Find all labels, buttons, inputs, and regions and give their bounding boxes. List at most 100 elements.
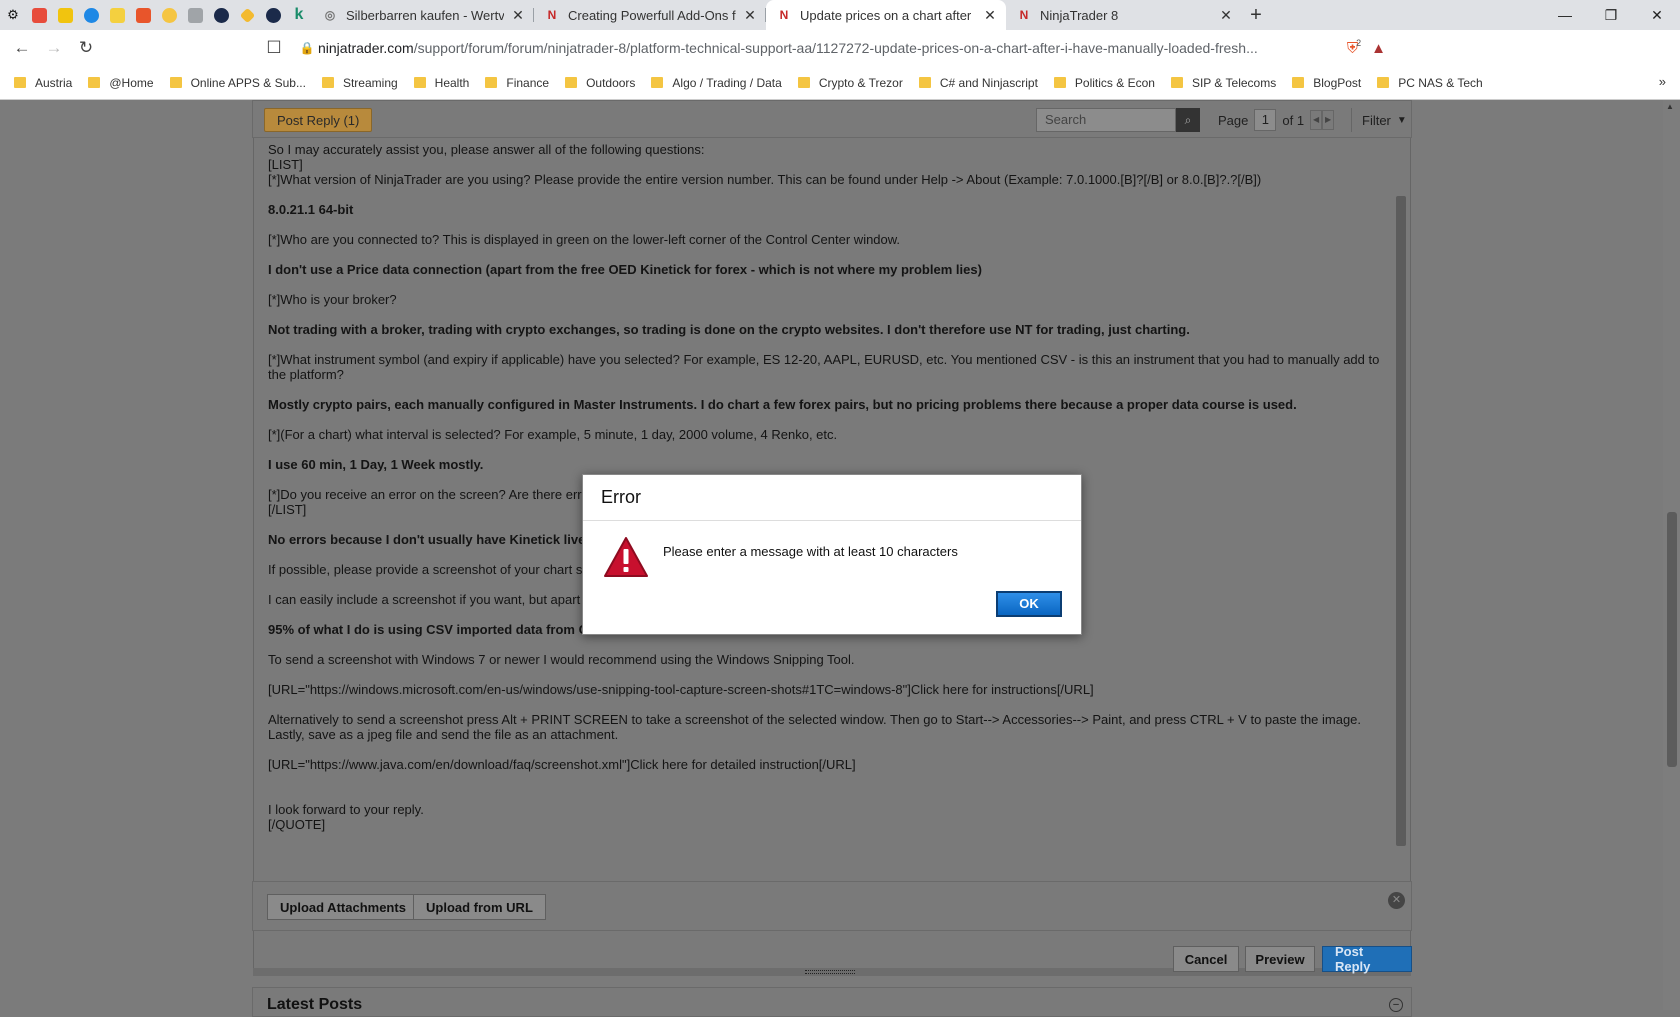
close-tab-icon[interactable]: ✕ — [742, 7, 758, 24]
folder-icon — [1292, 77, 1305, 88]
brave-shield-area: ⛨ 2 ▲ — [1347, 38, 1386, 57]
browser-chrome: ⚙ k ◎ Silberbarren kaufen - Wertvolle Si… — [0, 0, 1680, 100]
window-controls: — ❐ ✕ — [1542, 0, 1680, 30]
bookmark-folder[interactable]: Health — [413, 76, 469, 90]
brave-icon[interactable] — [130, 4, 156, 26]
editor-line: Mostly crypto pairs, each manually confi… — [268, 397, 1297, 412]
close-icon[interactable]: ✕ — [1388, 892, 1405, 909]
page-number-input[interactable]: 1 — [1254, 109, 1277, 131]
editor-line: [*]What version of NinjaTrader are you u… — [268, 172, 1262, 187]
search-icon[interactable]: ⌕ — [1176, 108, 1200, 132]
bookmark-folder[interactable]: @Home — [88, 76, 154, 90]
dialog-message: Please enter a message with at least 10 … — [663, 544, 958, 559]
reply-panel-header: Post Reply (1) Search ⌕ Page 1 of 1 ◀ ▶ … — [252, 100, 1412, 138]
bookmark-folder[interactable]: PC NAS & Tech — [1377, 76, 1483, 90]
editor-line: I don't use a Price data connection (apa… — [268, 262, 982, 277]
brave-rewards-icon[interactable]: ▲ — [1371, 40, 1386, 57]
attachments-bar: Upload Attachments Upload from URL ✕ — [252, 881, 1412, 931]
bookmark-folder[interactable]: Algo / Trading / Data — [651, 76, 782, 90]
page-of-label: of 1 — [1282, 112, 1305, 128]
gmail-icon[interactable] — [26, 4, 52, 26]
warning-icon — [604, 537, 648, 577]
close-tab-icon[interactable]: ✕ — [510, 7, 526, 24]
folder-icon — [485, 77, 498, 88]
editor-scrollbar[interactable]: ▼ — [1394, 138, 1408, 968]
folder-icon — [565, 77, 578, 88]
editor-line: [URL="https://www.java.com/en/download/f… — [268, 757, 856, 772]
hex-app-2-icon[interactable] — [260, 4, 286, 26]
folder-icon — [1377, 77, 1390, 88]
reload-icon[interactable]: ↻ — [70, 32, 102, 64]
latest-posts-panel: Latest Posts – — [252, 987, 1412, 1017]
folder-app-icon[interactable] — [52, 4, 78, 26]
more-bookmarks-icon[interactable]: » — [1659, 74, 1666, 89]
new-tab-icon[interactable]: + — [1242, 4, 1270, 27]
url-text[interactable]: ninjatrader.com/support/forum/forum/ninj… — [318, 40, 1341, 56]
restore-icon[interactable]: ❐ — [1588, 0, 1634, 30]
cancel-button[interactable]: Cancel — [1173, 946, 1239, 972]
ninjatrader-icon: N — [779, 8, 789, 22]
editor-line: Not trading with a broker, trading with … — [268, 322, 1190, 337]
close-tab-icon[interactable]: ✕ — [1218, 7, 1234, 24]
coin-icon[interactable] — [156, 4, 182, 26]
upload-from-url-button[interactable]: Upload from URL — [413, 894, 546, 920]
settings-icon[interactable]: ⚙ — [0, 4, 26, 26]
brave-count: 2 — [1356, 38, 1362, 48]
forward-icon[interactable]: → — [38, 32, 70, 64]
bookmark-folder[interactable]: BlogPost — [1292, 76, 1361, 90]
editor-line: [*]Who are you connected to? This is dis… — [268, 232, 901, 247]
close-tab-icon[interactable]: ✕ — [982, 7, 998, 24]
address-bar[interactable]: 🔒 ninjatrader.com/support/forum/forum/ni… — [296, 34, 1386, 62]
post-reply-button[interactable]: Post Reply — [1322, 944, 1412, 974]
folder-icon — [651, 77, 664, 88]
kraken-icon[interactable]: k — [286, 4, 312, 26]
stack-icon[interactable] — [182, 4, 208, 26]
post-reply-tab[interactable]: Post Reply (1) — [264, 108, 373, 132]
folder-icon — [413, 77, 426, 88]
minimize-icon[interactable]: — — [1542, 0, 1588, 30]
tab-creating-addons[interactable]: N Creating Powerfull Add-Ons for Ni ✕ — [534, 0, 766, 30]
binance-icon[interactable] — [234, 4, 260, 26]
bookmark-page-icon[interactable]: ☐ — [262, 32, 286, 64]
close-window-icon[interactable]: ✕ — [1634, 0, 1680, 30]
editor-line: I use 60 min, 1 Day, 1 Week mostly. — [268, 457, 484, 472]
editor-scroll-thumb[interactable] — [1396, 196, 1406, 846]
bookmark-folder[interactable]: Crypto & Trezor — [797, 76, 903, 90]
bookmark-folder[interactable]: Streaming — [321, 76, 398, 90]
page-scroll-thumb[interactable] — [1667, 512, 1677, 767]
back-icon[interactable]: ← — [6, 32, 38, 64]
hex-app-icon[interactable] — [208, 4, 234, 26]
editor-line: [*]What instrument symbol (and expiry if… — [268, 352, 1380, 382]
page-scrollbar[interactable]: ▲ — [1663, 100, 1680, 1010]
upload-attachments-button[interactable]: Upload Attachments — [267, 894, 419, 920]
bank-icon[interactable] — [104, 4, 130, 26]
page-label: Page — [1218, 112, 1249, 128]
bookmark-folder[interactable]: Finance — [485, 76, 549, 90]
tab-update-prices[interactable]: N Update prices on a chart after I ha ✕ — [766, 0, 1006, 30]
next-page-icon[interactable]: ▶ — [1322, 110, 1335, 130]
editor-line: Alternatively to send a screenshot press… — [268, 712, 1362, 742]
bookmark-folder[interactable]: Politics & Econ — [1053, 76, 1155, 90]
folder-icon — [918, 77, 931, 88]
ok-button[interactable]: OK — [996, 591, 1062, 617]
tab-silberbarren[interactable]: ◎ Silberbarren kaufen - Wertvolle Sil ✕ — [312, 0, 534, 30]
pagination: Page 1 of 1 ◀ ▶ — [1218, 108, 1335, 132]
bookmark-folder[interactable]: SIP & Telecoms — [1170, 76, 1276, 90]
prev-page-icon[interactable]: ◀ — [1310, 110, 1323, 130]
resize-grip-icon[interactable] — [805, 970, 855, 974]
latest-posts-heading: Latest Posts — [267, 996, 363, 1013]
bookmark-folder[interactable]: C# and Ninjascript — [918, 76, 1038, 90]
editor-line: [/QUOTE] — [268, 817, 326, 832]
tab-ninjatrader8[interactable]: N NinjaTrader 8 ✕ — [1006, 0, 1242, 30]
chevron-down-icon: ▼ — [1396, 114, 1407, 126]
edge-icon[interactable] — [78, 4, 104, 26]
search-input[interactable]: Search — [1036, 108, 1176, 132]
bookmark-folder[interactable]: Online APPS & Sub... — [169, 76, 306, 90]
editor-line: So I may accurately assist you, please a… — [268, 142, 705, 157]
lock-icon: 🔒 — [299, 41, 315, 55]
bookmark-folder[interactable]: Austria — [14, 76, 72, 90]
scroll-up-icon[interactable]: ▲ — [1666, 102, 1674, 111]
preview-button[interactable]: Preview — [1245, 946, 1315, 972]
filter-dropdown[interactable]: Filter ▼ — [1351, 108, 1407, 132]
bookmark-folder[interactable]: Outdoors — [565, 76, 635, 90]
